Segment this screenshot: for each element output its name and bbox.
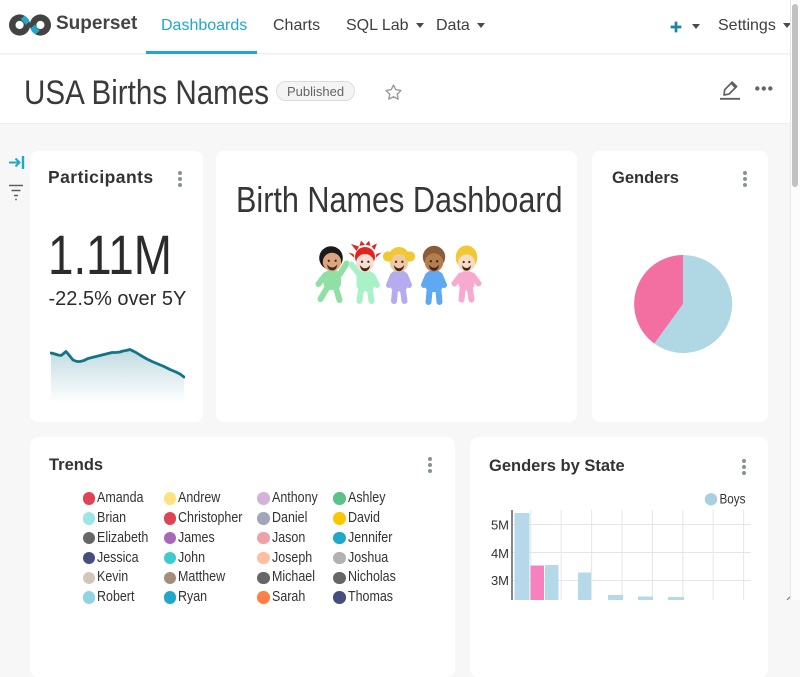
svg-text:3M: 3M: [491, 573, 509, 588]
svg-text:4M: 4M: [491, 546, 509, 561]
svg-text:Boys: Boys: [720, 492, 746, 507]
svg-text:5M: 5M: [491, 518, 509, 533]
